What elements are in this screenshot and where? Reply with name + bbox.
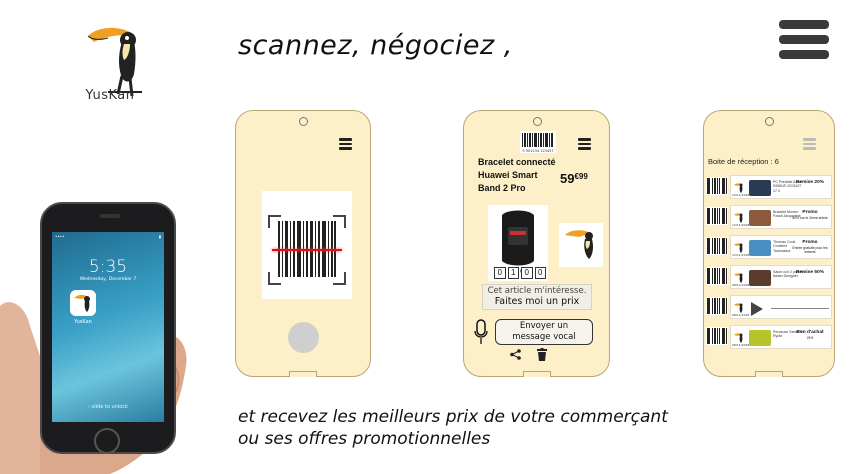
toucan-icon (734, 179, 744, 193)
hamburger-menu-icon[interactable] (803, 138, 816, 151)
toucan-icon (734, 269, 744, 283)
offer-product-photo (749, 210, 771, 226)
barcode-icon (706, 177, 728, 195)
main-menu-icon[interactable] (779, 20, 829, 66)
toucan-icon (734, 239, 744, 253)
offer-product-photo (749, 270, 771, 286)
offer-label: Remise 20% (796, 180, 824, 185)
offer-product-photo (749, 180, 771, 196)
offer-card[interactable]: 12/11/2018 Thomas Cook Croisière Toamasin… (730, 235, 832, 259)
offer-card[interactable]: 08/11/2018 Perceuse Sans Fil Ryobi Bon d'a… (730, 325, 832, 349)
capture-button[interactable] (288, 322, 319, 353)
toucan-icon (734, 299, 744, 313)
phone-lock-screen: •••• ▮ 5:35 Wednesday, December 7 YusKan … (52, 232, 164, 422)
inbox-title: Boite de réception : 6 (708, 157, 779, 166)
app-label: YusKan (74, 319, 92, 325)
toucan-icon (734, 329, 744, 343)
trash-icon[interactable] (537, 348, 547, 361)
yuskan-app-icon (70, 290, 96, 316)
audio-waveform (771, 308, 829, 309)
offer-card[interactable]: 08/11/2018 Salon cuir 2 places Italian De… (730, 265, 832, 289)
inbox-screen-mockup: Boite de réception : 6 12/11/2018 PC Port… (703, 110, 835, 377)
play-voice-message-icon[interactable] (751, 302, 763, 316)
offer-label: Promo Entrée gratuite pour les enfants (792, 240, 828, 254)
offer-card[interactable]: 08/11/2018 (730, 295, 832, 319)
product-barcode-icon: 5 901234 123457 (520, 131, 556, 153)
share-icon[interactable] (510, 349, 521, 360)
message-date: 08/11/2018 (732, 313, 750, 317)
barcode-icon (706, 297, 728, 315)
slide-to-unlock: › slide to unlock (88, 404, 128, 410)
barcode-icon (706, 267, 728, 285)
message-date: 08/11/2018 (732, 343, 750, 347)
brand-name: YusKan (85, 88, 135, 103)
inbox-message-row[interactable]: 12/11/2018 Bracelet Montre Fossil Jacquel… (704, 203, 836, 233)
offer-label: Bon d'achat 25 € (796, 330, 824, 340)
offer-label: Remise 50% (796, 270, 824, 275)
message-date: 08/11/2018 (732, 283, 750, 287)
home-button-icon (94, 428, 120, 454)
barcode-scanner-viewfinder (262, 191, 352, 299)
inbox-message-row[interactable]: 08/11/2018 (704, 293, 836, 323)
barcode-icon (706, 327, 728, 345)
barcode-icon (706, 207, 728, 225)
microphone-icon[interactable] (474, 319, 488, 345)
message-date: 12/11/2018 (732, 193, 750, 197)
inbox-list: 12/11/2018 PC Portable Asus K555UF-GG344T… (704, 173, 836, 353)
product-screen-mockup: 5 901234 123457 Bracelet connecté Huawei… (463, 110, 610, 377)
inbox-message-row[interactable]: 12/11/2018 PC Portable Asus K555UF-GG344T… (704, 173, 836, 203)
inbox-message-row[interactable]: 08/11/2018 Perceuse Sans Fil Ryobi Bon d'a… (704, 323, 836, 353)
inbox-message-row[interactable]: 12/11/2018 Thomas Cook Croisière Toamasin… (704, 233, 836, 263)
send-voice-message-button[interactable]: Envoyer un message vocal (495, 319, 593, 345)
offer-card[interactable]: 12/11/2018 PC Portable Asus K555UF-GG344T… (730, 175, 832, 199)
hamburger-menu-icon[interactable] (578, 138, 591, 151)
product-price: 59€99 (560, 171, 588, 186)
price-digits: 0 1 0 0 (494, 267, 546, 279)
speaker-icon (532, 117, 542, 126)
camera-icon (100, 214, 120, 218)
barcode-icon (706, 237, 728, 255)
barcode-number: 5 901234 123457 (522, 149, 553, 153)
headline: scannez, négociez , (238, 30, 513, 61)
product-name: Bracelet connecté Huawei Smart Band 2 Pr… (478, 157, 556, 193)
tagline: et recevez les meilleurs prix de votre c… (238, 407, 668, 449)
message-date: 12/11/2018 (732, 223, 750, 227)
smartphone-photo: •••• ▮ 5:35 Wednesday, December 7 YusKan … (40, 202, 176, 454)
phone-date: Wednesday, December 7 (79, 277, 137, 282)
message-date: 12/11/2018 (732, 253, 750, 257)
offer-product-photo (749, 240, 771, 256)
offer-label: Promo 50% sur le 2ème article (792, 210, 828, 220)
speaker-icon (765, 117, 774, 126)
toucan-icon (734, 209, 744, 223)
hamburger-menu-icon[interactable] (339, 138, 352, 151)
speaker-icon (299, 117, 308, 126)
phone-time: 5:35 (88, 257, 128, 277)
request-price-button[interactable]: Cet article m'intéresse. Faites moi un p… (482, 284, 592, 310)
inbox-message-row[interactable]: 08/11/2018 Salon cuir 2 places Italian De… (704, 263, 836, 293)
scan-laser-line (272, 249, 342, 251)
offer-card[interactable]: 12/11/2018 Bracelet Montre Fossil Jacquel… (730, 205, 832, 229)
toucan-thumbnail-icon (559, 223, 603, 267)
scan-screen-mockup (235, 110, 371, 377)
offer-product-photo (749, 330, 771, 346)
